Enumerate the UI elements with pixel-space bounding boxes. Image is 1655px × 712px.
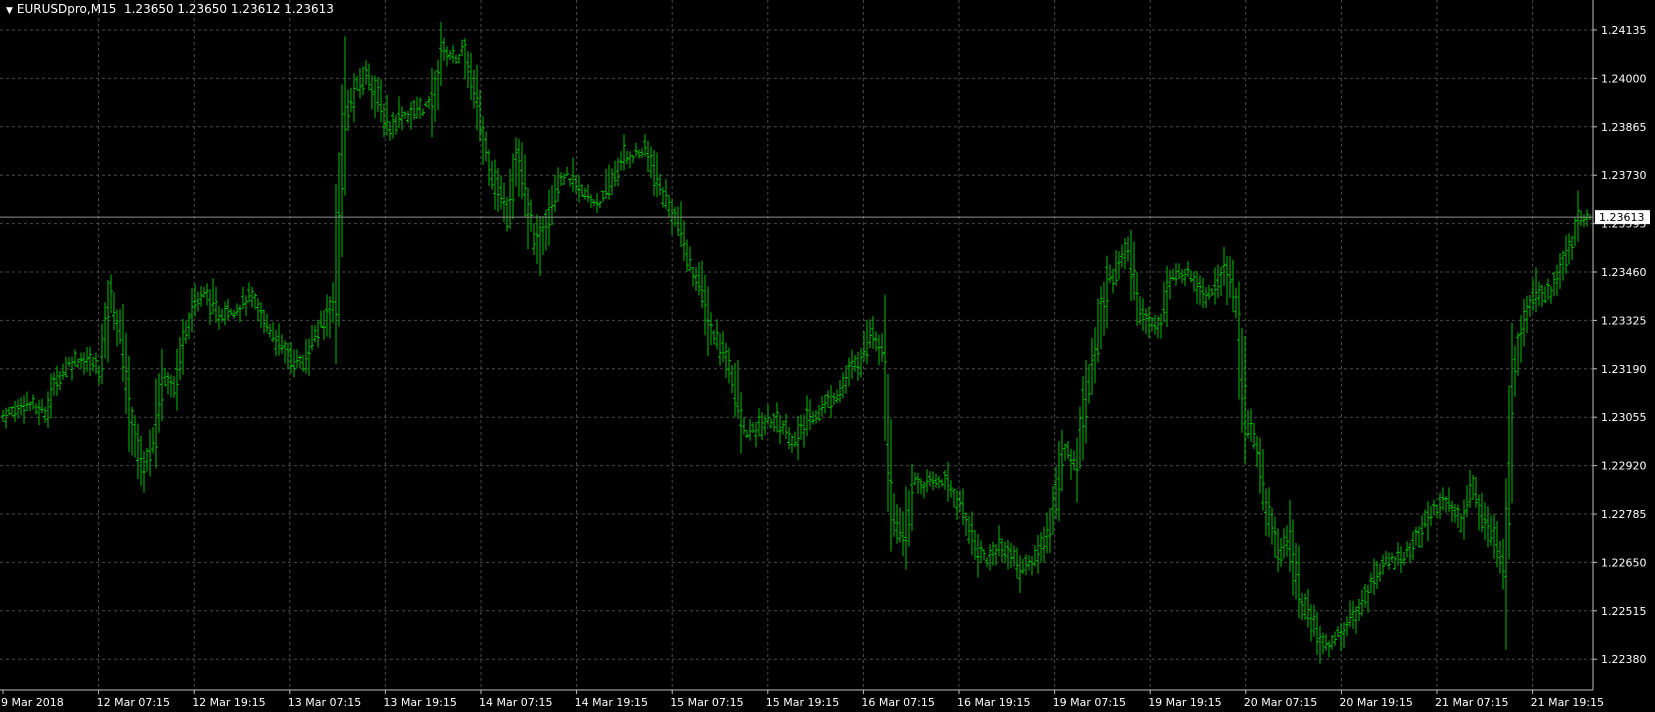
x-tick-label: 16 Mar 19:15 xyxy=(957,696,1030,709)
x-tick-label: 12 Mar 19:15 xyxy=(192,696,265,709)
chart-axes xyxy=(0,0,1594,691)
y-tick-label: 1.23325 xyxy=(1601,314,1647,327)
y-tick-label: 1.23190 xyxy=(1601,363,1647,376)
symbol-label: EURUSDpro,M15 xyxy=(16,2,117,16)
y-tick-label: 1.22920 xyxy=(1601,460,1647,473)
x-tick-label: 12 Mar 07:15 xyxy=(97,696,170,709)
x-tick-label: 14 Mar 07:15 xyxy=(479,696,552,709)
price-chart[interactable]: 1.241351.240001.238651.237301.235951.234… xyxy=(0,0,1655,712)
x-tick-label: 19 Mar 19:15 xyxy=(1148,696,1221,709)
price-scale[interactable]: 1.241351.240001.238651.237301.235951.234… xyxy=(1593,24,1647,666)
x-tick-label: 20 Mar 07:15 xyxy=(1244,696,1317,709)
y-tick-label: 1.22380 xyxy=(1601,653,1647,666)
y-tick-label: 1.23460 xyxy=(1601,266,1647,279)
y-tick-label: 1.23865 xyxy=(1601,121,1647,134)
y-tick-label: 1.22650 xyxy=(1601,556,1647,569)
x-tick-label: 13 Mar 19:15 xyxy=(383,696,456,709)
current-price-tag: 1.23613 xyxy=(1595,210,1650,225)
chart-grid xyxy=(0,0,1593,690)
x-tick-label: 20 Mar 19:15 xyxy=(1339,696,1412,709)
current-price-label: 1.23613 xyxy=(1599,211,1645,224)
x-tick-label: 13 Mar 07:15 xyxy=(288,696,361,709)
x-tick-label: 14 Mar 19:15 xyxy=(575,696,648,709)
ohlc-values: 1.23650 1.23650 1.23612 1.23613 xyxy=(123,2,334,16)
collapse-triangle-icon[interactable]: ▼ xyxy=(6,6,13,16)
x-tick-label: 16 Mar 07:15 xyxy=(861,696,934,709)
x-tick-label: 9 Mar 2018 xyxy=(1,696,64,709)
x-tick-label: 21 Mar 07:15 xyxy=(1435,696,1508,709)
x-tick-label: 15 Mar 07:15 xyxy=(670,696,743,709)
y-tick-label: 1.23055 xyxy=(1601,411,1647,424)
y-tick-label: 1.24135 xyxy=(1601,24,1647,37)
time-scale[interactable]: 9 Mar 2018 12 Mar 07:15 12 Mar 19:15 13 Mar… xyxy=(1,690,1604,709)
x-tick-label: 15 Mar 19:15 xyxy=(766,696,839,709)
y-tick-label: 1.22515 xyxy=(1601,605,1647,618)
y-tick-label: 1.22785 xyxy=(1601,508,1647,521)
x-tick-label: 21 Mar 19:15 xyxy=(1531,696,1604,709)
chart-title-bar[interactable]: ▼ EURUSDpro,M15 1.23650 1.23650 1.23612 1… xyxy=(6,2,334,16)
y-tick-label: 1.24000 xyxy=(1601,72,1647,85)
y-tick-label: 1.23730 xyxy=(1601,169,1647,182)
x-tick-label: 19 Mar 07:15 xyxy=(1053,696,1126,709)
price-bars xyxy=(1,21,1592,664)
